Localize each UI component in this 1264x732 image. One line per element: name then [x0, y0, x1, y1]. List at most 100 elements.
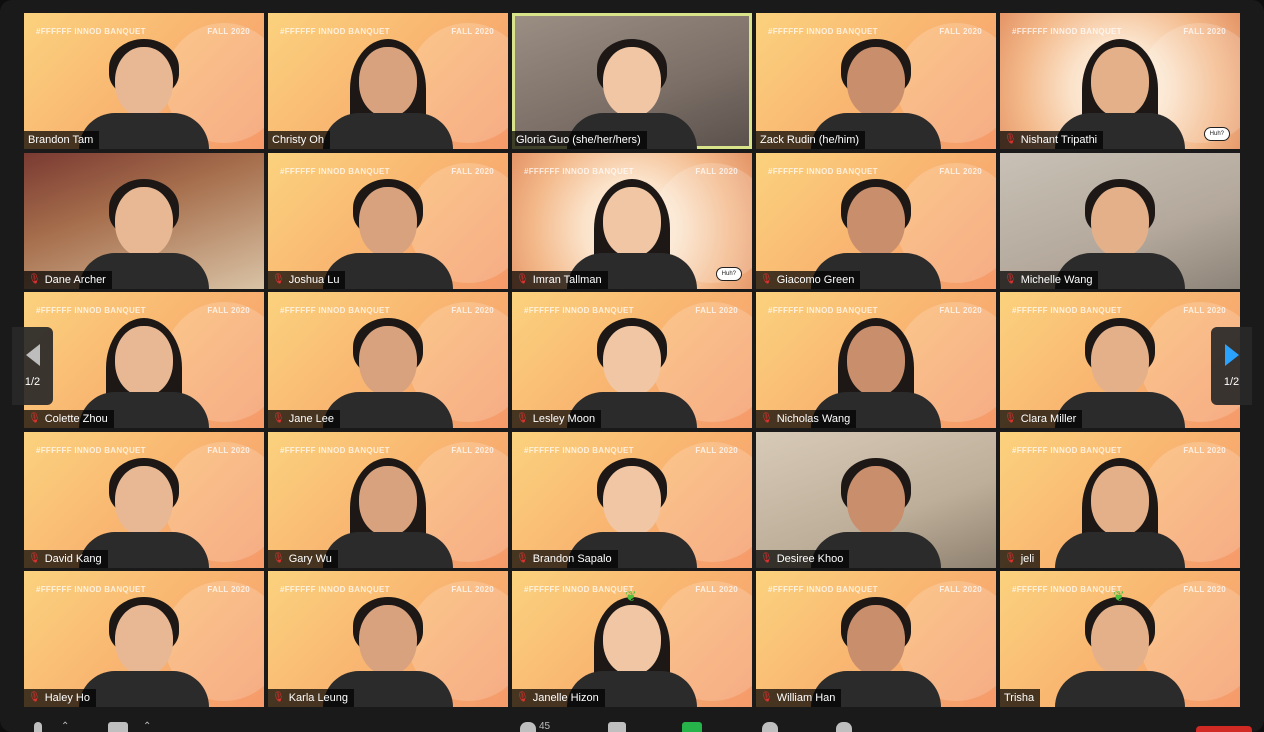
participant-nameplate: 🎙 Imran Tallman	[512, 270, 608, 289]
participant-tile[interactable]: #FFFFFF INNOD BANQUET FALL 2020 🎙 Willia…	[756, 571, 996, 707]
participant-name: Christy Oh	[272, 134, 324, 146]
participant-tile[interactable]: 🎙 Dane Archer	[24, 152, 264, 289]
participant-face	[847, 326, 905, 396]
muted-mic-icon: 🎙	[1004, 552, 1017, 564]
chat-button[interactable]	[608, 722, 626, 732]
participant-face	[1091, 465, 1149, 536]
participant-nameplate: 🎙 David Kang	[24, 549, 108, 568]
participant-count: 45	[539, 721, 551, 732]
participant-tile[interactable]: #FFFFFF INNOD BANQUET FALL 2020 Zack Rud…	[756, 13, 996, 149]
participant-nameplate: 🎙 Janelle Hizon	[512, 689, 605, 707]
participant-tile[interactable]: #FFFFFF INNOD BANQUET FALL 2020 🎙 Gary W…	[268, 431, 508, 568]
participant-face	[603, 605, 661, 675]
gallery-grid: #FFFFFF INNOD BANQUET FALL 2020 Brandon …	[24, 13, 1240, 707]
participant-tile[interactable]: #FFFFFF INNOD BANQUET FALL 2020 ❦ Trisha	[1000, 571, 1240, 707]
participant-name: Haley Ho	[44, 692, 90, 704]
participant-video	[1045, 432, 1195, 568]
participant-video	[801, 571, 951, 707]
end-meeting-button[interactable]	[1196, 726, 1252, 732]
mute-button[interactable]: ⌃	[34, 721, 69, 732]
participant-name: Michelle Wang	[1020, 273, 1093, 286]
participant-video: ❦	[1045, 571, 1195, 707]
participant-tile[interactable]: #FFFFFF INNOD BANQUET FALL 2020 🎙 Haley …	[24, 571, 264, 707]
participant-video	[557, 13, 707, 149]
chevron-up-icon[interactable]: ⌃	[143, 721, 151, 732]
participant-tile[interactable]: #FFFFFF INNOD BANQUET FALL 2020 Christy …	[268, 13, 508, 149]
participant-tile[interactable]: #FFFFFF INNOD BANQUET FALL 2020 🎙 Colett…	[24, 292, 264, 428]
participant-video	[313, 571, 463, 707]
participant-face	[359, 465, 417, 536]
participant-name: Trisha	[1004, 692, 1035, 704]
muted-mic-icon: 🎙	[28, 552, 41, 564]
participant-name: Janelle Hizon	[532, 692, 599, 704]
participant-video	[313, 432, 463, 568]
participant-tile[interactable]: 🎙 Michelle Wang	[1000, 152, 1240, 289]
participant-tile[interactable]: #FFFFFF INNOD BANQUET FALL 2020 🎙 Imran …	[512, 152, 752, 289]
chevron-up-icon[interactable]: ⌃	[61, 721, 69, 732]
participant-tile[interactable]: #FFFFFF INNOD BANQUET FALL 2020 🎙 Joshua…	[268, 152, 508, 289]
muted-mic-icon: 🎙	[516, 413, 529, 424]
speech-bubble-sticker: Huh?	[715, 266, 742, 281]
zoom-window: #FFFFFF INNOD BANQUET FALL 2020 Brandon …	[0, 0, 1264, 732]
participant-video	[1045, 13, 1195, 149]
participant-face	[1091, 47, 1149, 117]
participant-tile[interactable]: #FFFFFF INNOD BANQUET FALL 2020 🎙 Karla …	[268, 571, 508, 707]
participant-tile[interactable]: 🎙 Desiree Khoo	[756, 431, 996, 568]
participant-name: Joshua Lu	[288, 273, 340, 286]
muted-mic-icon: 🎙	[1004, 273, 1017, 285]
participant-tile[interactable]: #FFFFFF INNOD BANQUET FALL 2020 🎙 Nishan…	[1000, 13, 1240, 149]
participant-video	[69, 432, 219, 568]
participant-video	[801, 13, 951, 149]
participant-name: William Han	[776, 692, 836, 704]
muted-mic-icon: 🎙	[516, 552, 529, 564]
share-screen-button[interactable]	[682, 722, 702, 732]
participant-tile[interactable]: #FFFFFF INNOD BANQUET FALL 2020 🎙 David …	[24, 431, 264, 568]
participant-video	[801, 292, 951, 428]
participant-name: Imran Tallman	[532, 273, 602, 286]
participant-tile[interactable]: #FFFFFF INNOD BANQUET FALL 2020 🎙 Jane L…	[268, 292, 508, 428]
participant-nameplate: 🎙 Nicholas Wang	[756, 410, 857, 428]
participant-nameplate: 🎙 Giacomo Green	[756, 270, 861, 289]
participant-nameplate: Gloria Guo (she/her/hers)	[512, 131, 647, 149]
participant-tile[interactable]: #FFFFFF INNOD BANQUET FALL 2020 🎙 Clara …	[1000, 292, 1240, 428]
participant-name: David Kang	[44, 552, 102, 565]
participant-face	[115, 465, 173, 536]
participant-tile[interactable]: Gloria Guo (she/her/hers)	[512, 13, 752, 149]
participant-tile[interactable]: #FFFFFF INNOD BANQUET FALL 2020 Brandon …	[24, 13, 264, 149]
participant-video	[557, 432, 707, 568]
participants-button[interactable]: 45	[520, 721, 550, 732]
participant-tile[interactable]: #FFFFFF INNOD BANQUET FALL 2020 🎙 jeli	[1000, 431, 1240, 568]
reactions-button[interactable]	[836, 722, 852, 732]
participants-icon	[520, 722, 536, 732]
participant-nameplate: 🎙 William Han	[756, 689, 842, 707]
speech-bubble-sticker: Huh?	[1203, 127, 1230, 141]
participant-nameplate: 🎙 Joshua Lu	[268, 270, 346, 289]
participant-nameplate: 🎙 Colette Zhou	[24, 410, 114, 428]
next-page-button[interactable]: 1/2	[1211, 327, 1252, 405]
participant-nameplate: 🎙 jeli	[1000, 549, 1041, 568]
muted-mic-icon: 🎙	[1004, 134, 1017, 145]
microphone-icon	[34, 722, 42, 732]
participant-video	[313, 13, 463, 149]
participant-tile[interactable]: #FFFFFF INNOD BANQUET FALL 2020 🎙 Lesley…	[512, 292, 752, 428]
prev-page-button[interactable]: 1/2	[12, 327, 53, 405]
participant-body	[323, 392, 453, 428]
participant-tile[interactable]: #FFFFFF INNOD BANQUET FALL 2020 🎙 Giacom…	[756, 152, 996, 289]
participant-tile[interactable]: #FFFFFF INNOD BANQUET FALL 2020 🎙 Nichol…	[756, 292, 996, 428]
participant-video	[801, 153, 951, 289]
record-button[interactable]	[762, 722, 778, 732]
chevron-left-icon	[25, 344, 40, 366]
share-screen-icon	[682, 722, 702, 732]
participant-face	[603, 326, 661, 396]
sprout-icon: ❦	[625, 588, 637, 604]
video-button[interactable]: ⌃	[108, 721, 151, 732]
record-icon	[762, 722, 778, 732]
muted-mic-icon: 🎙	[272, 552, 285, 564]
muted-mic-icon: 🎙	[1004, 413, 1017, 424]
participant-tile[interactable]: #FFFFFF INNOD BANQUET FALL 2020 🎙 Brando…	[512, 431, 752, 568]
participant-name: Nicholas Wang	[776, 413, 851, 425]
reactions-icon	[836, 722, 852, 732]
participant-name: Jane Lee	[288, 413, 334, 425]
muted-mic-icon: 🎙	[272, 413, 285, 424]
participant-tile[interactable]: #FFFFFF INNOD BANQUET FALL 2020 ❦ 🎙 Jane…	[512, 571, 752, 707]
